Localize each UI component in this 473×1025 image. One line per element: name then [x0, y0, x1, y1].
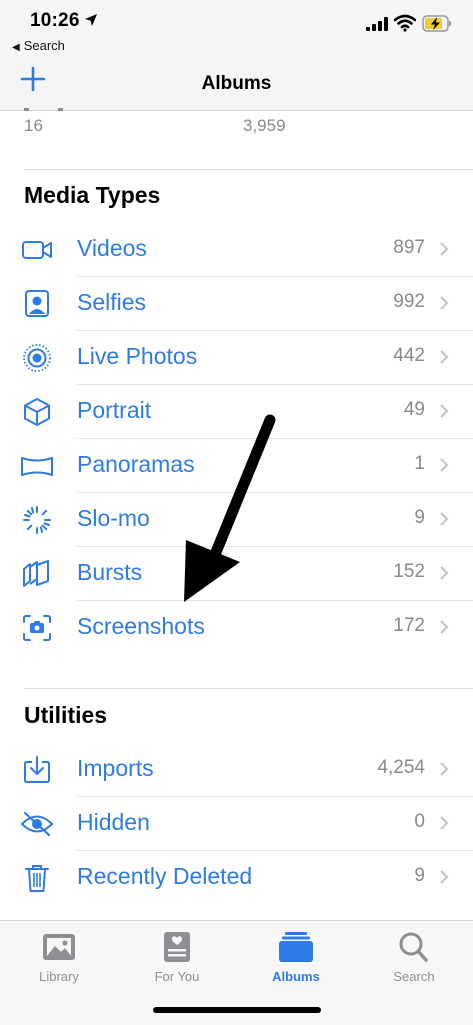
wifi-icon [394, 14, 416, 32]
row-label: Panoramas [77, 451, 195, 477]
video-icon [20, 235, 54, 265]
selfie-icon [20, 289, 54, 319]
row-count: 897 [393, 237, 425, 258]
row-count: 4,254 [377, 757, 425, 778]
section-title-media-types: Media Types [24, 182, 161, 208]
media-row-screenshots[interactable]: Screenshots 172 [0, 601, 473, 655]
chevron-right-icon [440, 350, 449, 364]
tab-for-you[interactable]: For You [127, 931, 227, 991]
cube-icon [20, 397, 54, 427]
row-count: 442 [393, 345, 425, 366]
media-row-selfies[interactable]: Selfies 992 [0, 277, 473, 331]
media-row-slo-mo[interactable]: Slo-mo 9 [0, 493, 473, 547]
tab-albums[interactable]: Albums [246, 931, 346, 991]
chevron-right-icon [440, 404, 449, 418]
tab-label: Search [393, 969, 435, 984]
row-count: 152 [393, 561, 425, 582]
chevron-right-icon [440, 296, 449, 310]
row-label: Live Photos [77, 343, 198, 369]
cellular-signal-icon [366, 17, 388, 31]
chevron-right-icon [440, 566, 449, 580]
back-to-search-link[interactable]: ◀ Search [12, 38, 65, 53]
slomo-icon [20, 505, 54, 535]
tab-library[interactable]: Library [9, 931, 109, 991]
row-label: Imports [77, 755, 154, 781]
tab-label: For You [154, 969, 200, 984]
row-count: 992 [393, 291, 425, 312]
section-title-utilities: Utilities [24, 702, 108, 728]
import-icon [20, 755, 54, 785]
media-row-bursts[interactable]: Bursts 152 [0, 547, 473, 601]
status-time: 10:26 [30, 10, 80, 31]
back-search-label: Search [23, 38, 65, 53]
albums-icon [279, 932, 313, 962]
chevron-right-icon [440, 870, 449, 884]
tab-label: Albums [272, 969, 320, 984]
row-label: Videos [77, 235, 147, 261]
row-count: 49 [403, 399, 425, 420]
navigation-bar: Albums [0, 58, 473, 111]
row-label: Slo-mo [77, 505, 150, 531]
media-row-panoramas[interactable]: Panoramas 1 [0, 439, 473, 493]
row-count: 172 [393, 615, 425, 636]
page-title: Albums [201, 73, 272, 94]
for-you-icon [164, 932, 190, 962]
location-arrow-icon [85, 14, 97, 26]
panorama-icon [20, 451, 54, 481]
tab-search[interactable]: Search [364, 931, 464, 991]
chevron-right-icon [440, 620, 449, 634]
row-label: Hidden [77, 809, 150, 835]
row-label: Bursts [77, 559, 143, 585]
row-count: 0 [414, 811, 425, 832]
search-icon [399, 932, 428, 962]
bursts-icon [20, 559, 54, 589]
battery-charging-icon [422, 15, 451, 32]
status-bar: 10:26 ◀ Search [0, 0, 473, 58]
album-count: 3,959 [243, 116, 286, 135]
section-divider [24, 169, 473, 170]
media-row-portrait[interactable]: Portrait 49 [0, 385, 473, 439]
chevron-right-icon [440, 816, 449, 830]
back-triangle-icon: ◀ [12, 42, 20, 53]
utility-row-imports[interactable]: Imports 4,254 [0, 743, 473, 797]
row-label: Selfies [77, 289, 147, 315]
chevron-right-icon [440, 762, 449, 776]
row-label: Recently Deleted [77, 863, 253, 889]
row-count: 9 [414, 507, 425, 528]
trash-icon [20, 863, 54, 893]
home-indicator [153, 1007, 321, 1013]
row-count: 9 [414, 865, 425, 886]
row-label: Portrait [77, 397, 152, 423]
row-count: 1 [414, 453, 425, 474]
media-row-videos[interactable]: Videos 897 [0, 223, 473, 277]
utility-row-recently-deleted[interactable]: Recently Deleted 9 [0, 851, 473, 905]
media-row-live-photos[interactable]: Live Photos 442 [0, 331, 473, 385]
eye-slash-icon [20, 809, 54, 839]
chevron-right-icon [440, 242, 449, 256]
section-divider [24, 688, 473, 689]
utility-row-hidden[interactable]: Hidden 0 [0, 797, 473, 851]
live-photo-icon [20, 343, 54, 373]
screenshot-icon [20, 613, 54, 643]
tab-label: Library [39, 969, 79, 984]
chevron-right-icon [440, 512, 449, 526]
library-icon [43, 934, 75, 960]
peek-label-fragment [24, 108, 63, 111]
album-count: 16 [24, 116, 43, 135]
chevron-right-icon [440, 458, 449, 472]
row-label: Screenshots [77, 613, 205, 639]
